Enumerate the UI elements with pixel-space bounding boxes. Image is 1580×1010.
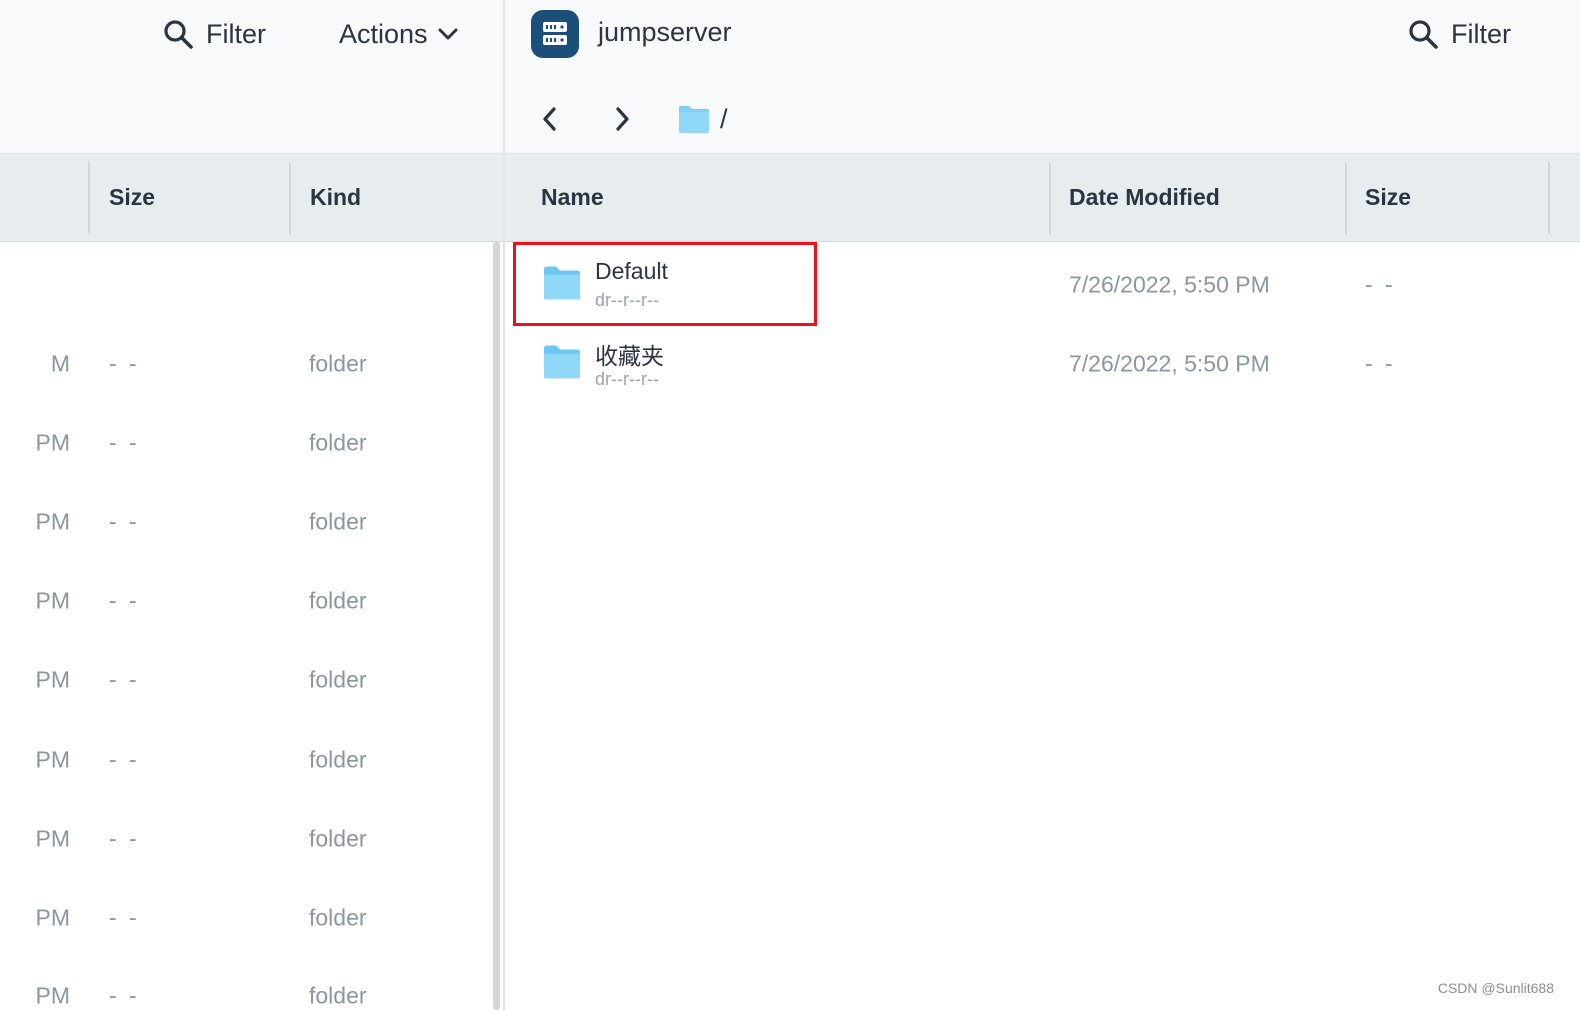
list-item-date: PM xyxy=(35,904,71,930)
chevron-down-icon xyxy=(438,27,458,41)
list-item-kind: folder xyxy=(309,825,367,851)
file-date-modified: 7/26/2022, 5:50 PM xyxy=(1069,271,1270,297)
list-item-kind: folder xyxy=(309,666,367,692)
list-item-size: - - xyxy=(109,982,140,1008)
list-item-kind: folder xyxy=(309,587,367,613)
left-filter-button[interactable]: Filter xyxy=(162,16,266,52)
right-filter-button[interactable]: Filter xyxy=(1407,16,1511,52)
list-item-size: - - xyxy=(109,587,140,613)
column-header-size[interactable]: Size xyxy=(1365,184,1411,211)
left-list-item[interactable]: PM - - folder xyxy=(0,878,494,957)
watermark: CSDN @Sunlit688 xyxy=(1437,980,1554,996)
left-pane: Filter Actions Size Kind M - - folder PM… xyxy=(0,0,504,1010)
forward-button[interactable] xyxy=(607,106,637,136)
file-date-modified: 7/26/2022, 5:50 PM xyxy=(1069,350,1270,376)
current-path[interactable]: / xyxy=(720,104,728,135)
list-item-date: M xyxy=(50,350,70,376)
list-item-kind: folder xyxy=(309,904,367,930)
actions-menu-button[interactable]: Actions xyxy=(339,16,458,52)
list-item-size: - - xyxy=(109,666,140,692)
list-item-size: - - xyxy=(109,350,140,376)
list-item-kind: folder xyxy=(309,429,367,455)
right-column-header: Name Date Modified Size xyxy=(505,154,1580,242)
list-item-size: - - xyxy=(109,429,140,455)
folder-icon xyxy=(543,343,581,384)
file-permissions: dr--r--r-- xyxy=(595,290,659,310)
left-list-item[interactable]: PM - - folder xyxy=(0,640,494,719)
column-divider[interactable] xyxy=(1548,162,1550,234)
server-name: jumpserver xyxy=(598,17,732,47)
left-list-item[interactable]: PM - - folder xyxy=(0,799,494,878)
column-header-name[interactable]: Name xyxy=(541,184,604,211)
list-item-kind: folder xyxy=(309,350,367,376)
server-icon xyxy=(531,10,579,58)
folder-icon xyxy=(678,104,710,139)
search-icon xyxy=(162,18,194,50)
column-divider[interactable] xyxy=(1049,162,1051,234)
list-item-date: PM xyxy=(35,429,71,455)
file-name: 收藏夹 xyxy=(595,343,664,369)
right-filter-label: Filter xyxy=(1451,18,1511,49)
actions-label: Actions xyxy=(339,18,428,49)
column-divider[interactable] xyxy=(289,162,291,234)
right-toolbar: jumpserver Filter / xyxy=(505,0,1580,154)
column-header-size[interactable]: Size xyxy=(109,184,155,211)
list-item-date: PM xyxy=(35,666,71,692)
search-icon xyxy=(1407,18,1439,50)
list-item-date: PM xyxy=(35,746,71,772)
file-size: - - xyxy=(1365,271,1396,297)
column-divider[interactable] xyxy=(1345,162,1347,234)
file-row-favorites[interactable]: 收藏夹 dr--r--r-- 7/26/2022, 5:50 PM - - xyxy=(505,324,1580,403)
left-filter-label: Filter xyxy=(206,18,266,49)
list-item-size: - - xyxy=(109,904,140,930)
left-scrollbar[interactable] xyxy=(493,242,500,1010)
file-name: Default xyxy=(595,258,668,284)
list-item-date: PM xyxy=(35,508,71,534)
left-list-item[interactable]: M - - folder xyxy=(0,324,494,403)
list-item-date: PM xyxy=(35,587,71,613)
list-item-size: - - xyxy=(109,508,140,534)
left-list-item[interactable]: PM - - folder xyxy=(0,720,494,799)
left-list-item[interactable]: PM - - folder xyxy=(0,482,494,561)
right-pane: jumpserver Filter / Name Date Modified S… xyxy=(505,0,1580,1010)
left-list-item[interactable]: PM - - folder xyxy=(0,956,494,1010)
list-item-date: PM xyxy=(35,982,71,1008)
column-header-kind[interactable]: Kind xyxy=(310,184,361,211)
back-button[interactable] xyxy=(535,106,565,136)
file-row-default[interactable]: Default dr--r--r-- 7/26/2022, 5:50 PM - … xyxy=(505,245,1580,324)
list-item-date: PM xyxy=(35,825,71,851)
chevron-left-icon xyxy=(542,106,558,137)
column-header-date-modified[interactable]: Date Modified xyxy=(1069,184,1220,211)
file-permissions: dr--r--r-- xyxy=(595,369,659,389)
folder-icon xyxy=(543,264,581,305)
list-item-size: - - xyxy=(109,746,140,772)
chevron-right-icon xyxy=(614,106,630,137)
list-item-kind: folder xyxy=(309,746,367,772)
list-item-kind: folder xyxy=(309,508,367,534)
left-toolbar: Filter Actions xyxy=(0,0,504,154)
file-size: - - xyxy=(1365,350,1396,376)
left-column-header: Size Kind xyxy=(0,154,504,242)
list-item-kind: folder xyxy=(309,982,367,1008)
left-list-item[interactable]: PM - - folder xyxy=(0,561,494,640)
left-list-item[interactable]: PM - - folder xyxy=(0,403,494,482)
column-divider[interactable] xyxy=(88,162,90,234)
file-browser-window: Filter Actions Size Kind M - - folder PM… xyxy=(0,0,1580,1010)
list-item-size: - - xyxy=(109,825,140,851)
